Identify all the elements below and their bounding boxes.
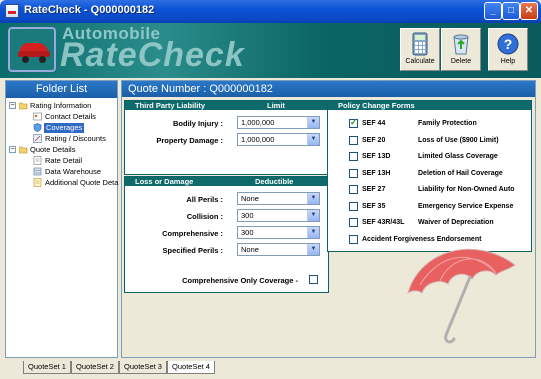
policy-form-code: SEF 13H — [362, 169, 391, 177]
collision-label: Collision : — [186, 212, 223, 221]
policy-form-checkbox[interactable] — [349, 218, 358, 227]
loss-or-damage-group: Loss or Damage Deductible All Perils : N… — [124, 176, 329, 293]
policy-form-code: SEF 35 — [362, 202, 386, 210]
coverages-icon — [33, 123, 42, 132]
calculator-icon — [412, 32, 428, 56]
coverages-panel: Quote Number : Q000000182 Third Party Li… — [121, 80, 536, 358]
window-title: RateCheck - Q000000182 — [24, 4, 155, 16]
help-label: Help — [500, 58, 516, 65]
all-perils-select[interactable]: None ▼ — [237, 192, 320, 205]
bodily-injury-label: Bodily Injury : — [172, 119, 223, 128]
tab-quoteset-2[interactable]: QuoteSet 2 — [71, 361, 119, 374]
loss-damage-header: Loss or Damage Deductible — [125, 177, 328, 186]
policy-form-description: Limited Glass Coverage — [418, 153, 498, 160]
policy-form-description: Deletion of Hail Coverage — [418, 169, 503, 177]
policy-form-description: Emergency Service Expense — [418, 202, 514, 210]
third-party-liability-group: Third Party Liability Limit Bodily Injur… — [124, 100, 329, 175]
policy-form-checkbox[interactable] — [349, 152, 358, 161]
tab-quoteset-3[interactable]: QuoteSet 3 — [119, 361, 167, 374]
umbrella-icon — [407, 248, 516, 344]
all-perils-label: All Perils : — [186, 195, 223, 204]
app-icon — [5, 4, 19, 18]
folder-open-icon — [19, 102, 28, 110]
bodily-injury-select[interactable]: 1,000,000 ▼ — [237, 116, 320, 129]
property-damage-select[interactable]: 1,000,000 ▼ — [237, 133, 320, 146]
collapse-icon[interactable]: − — [9, 102, 16, 109]
calculate-label: Calculate — [405, 58, 435, 65]
chevron-down-icon[interactable]: ▼ — [307, 227, 319, 238]
policy-form-checkbox[interactable] — [349, 234, 358, 244]
policy-form-checkbox[interactable] — [349, 135, 358, 145]
specified-perils-label: Specified Perils : — [162, 246, 223, 255]
policy-form-description: Waiver of Depreciation — [418, 219, 494, 226]
folder-list-panel: Folder List − Rating Information Contact… — [5, 80, 118, 358]
brand-title: RateCheck — [60, 36, 245, 74]
close-button[interactable]: ✕ — [520, 2, 538, 20]
collision-select[interactable]: 300 ▼ — [237, 209, 320, 222]
policy-form-checkbox[interactable] — [349, 117, 358, 128]
collapse-icon[interactable]: − — [9, 146, 16, 153]
chevron-down-icon[interactable]: ▼ — [307, 210, 319, 221]
specified-perils-select[interactable]: None ▼ — [237, 243, 320, 256]
policy-form-code: SEF 13D — [362, 153, 391, 160]
minimize-button[interactable]: _ — [484, 2, 502, 20]
policy-form-checkbox[interactable] — [349, 185, 358, 194]
property-damage-label: Property Damage : — [156, 136, 223, 145]
notes-icon — [33, 178, 42, 187]
calculate-button[interactable]: Calculate — [400, 28, 440, 71]
tab-quoteset-4[interactable]: QuoteSet 4 — [167, 361, 215, 374]
tab-quoteset-1[interactable]: QuoteSet 1 — [23, 361, 71, 374]
third-party-header: Third Party Liability Limit — [125, 101, 328, 110]
folder-open-icon — [19, 146, 28, 154]
help-button[interactable]: ? Help — [488, 28, 528, 71]
comprehensive-label: Comprehensive : — [162, 229, 223, 238]
app-window: RateCheck - Q000000182 _ □ ✕ Automobile … — [0, 0, 541, 379]
car-logo-icon — [8, 27, 56, 72]
quote-number-header: Quote Number : Q000000182 — [122, 81, 535, 97]
contact-card-icon — [33, 112, 42, 121]
document-icon — [33, 156, 42, 165]
folder-list-title: Folder List — [6, 81, 117, 98]
policy-form-description: Liability for Non-Owned Auto — [418, 186, 515, 193]
database-icon — [33, 167, 42, 176]
delete-label: Delete — [450, 58, 472, 65]
policy-form-code: SEF 27 — [362, 186, 386, 193]
chevron-down-icon[interactable]: ▼ — [307, 244, 319, 255]
policy-form-checkbox[interactable] — [349, 168, 358, 178]
policy-form-description: Loss of Use ($900 Limit) — [418, 136, 499, 144]
comprehensive-only-label: Comprehensive Only Coverage - — [182, 276, 298, 285]
policy-form-code: SEF 43R/43L — [362, 219, 405, 226]
quoteset-tabs: QuoteSet 1 QuoteSet 2 QuoteSet 3 QuoteSe… — [0, 359, 541, 379]
maximize-button[interactable]: □ — [502, 2, 520, 20]
comprehensive-only-checkbox[interactable] — [309, 275, 318, 284]
policy-form-code: SEF 44 — [362, 120, 386, 127]
policy-form-description: Family Protection — [418, 120, 477, 127]
chevron-down-icon[interactable]: ▼ — [307, 134, 319, 145]
chevron-down-icon[interactable]: ▼ — [307, 193, 319, 204]
comprehensive-select[interactable]: 300 ▼ — [237, 226, 320, 239]
svg-text:?: ? — [504, 36, 513, 52]
delete-button[interactable]: Delete — [441, 28, 481, 71]
title-bar[interactable]: RateCheck - Q000000182 _ □ ✕ — [0, 0, 541, 23]
discount-icon — [33, 134, 42, 143]
recycle-bin-icon — [453, 34, 469, 55]
banner: Automobile RateCheck Calculate Delete ? — [0, 23, 541, 78]
policy-form-code: SEF 20 — [362, 136, 386, 144]
policy-change-header: Policy Change Forms — [328, 101, 531, 110]
help-icon: ? — [497, 33, 519, 55]
policy-form-checkbox[interactable] — [349, 201, 358, 211]
chevron-down-icon[interactable]: ▼ — [307, 117, 319, 128]
